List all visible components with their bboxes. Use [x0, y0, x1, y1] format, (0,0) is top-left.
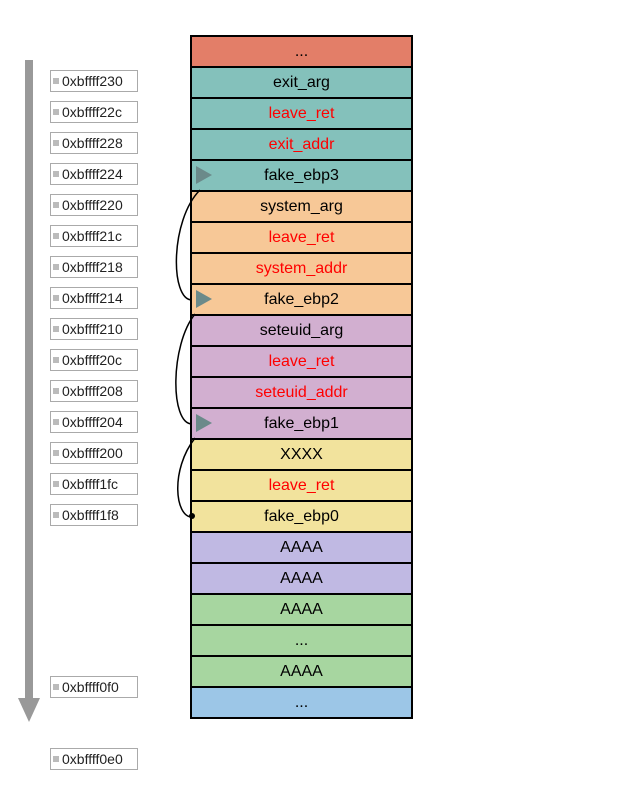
address-label: 0xbffff22c	[50, 101, 138, 123]
stack-cell: ...	[192, 35, 411, 66]
pointer-arrowhead-icon	[196, 290, 212, 308]
address-label: 0xbffff204	[50, 411, 138, 433]
address-label: 0xbffff0e0	[50, 748, 138, 770]
stack-cell: fake_ebp0	[192, 500, 411, 531]
stack-diagram: ...exit_argleave_retexit_addrfake_ebp3sy…	[190, 35, 413, 719]
address-label: 0xbffff210	[50, 318, 138, 340]
stack-cell: leave_ret	[192, 97, 411, 128]
growth-arrow	[22, 60, 36, 730]
stack-cell: leave_ret	[192, 469, 411, 500]
stack-cell: ...	[192, 624, 411, 655]
address-label: 0xbffff1f8	[50, 504, 138, 526]
address-label: 0xbffff228	[50, 132, 138, 154]
stack-cell: seteuid_arg	[192, 314, 411, 345]
stack-cell: exit_addr	[192, 128, 411, 159]
stack-cell: fake_ebp1	[192, 407, 411, 438]
address-label: 0xbffff214	[50, 287, 138, 309]
stack-cell: AAAA	[192, 562, 411, 593]
stack-cell: AAAA	[192, 531, 411, 562]
pointer-anchor-icon	[189, 513, 195, 519]
stack-cell: leave_ret	[192, 221, 411, 252]
stack-cell: system_addr	[192, 252, 411, 283]
stack-cell: XXXX	[192, 438, 411, 469]
address-label: 0xbffff20c	[50, 349, 138, 371]
pointer-arrowhead-icon	[196, 166, 212, 184]
address-label: 0xbffff220	[50, 194, 138, 216]
stack-cell: ...	[192, 686, 411, 717]
stack-cell: fake_ebp2	[192, 283, 411, 314]
address-label: 0xbffff1fc	[50, 473, 138, 495]
stack-cell: fake_ebp3	[192, 159, 411, 190]
stack-cell: exit_arg	[192, 66, 411, 97]
address-label: 0xbffff208	[50, 380, 138, 402]
address-label: 0xbffff224	[50, 163, 138, 185]
pointer-arrowhead-icon	[196, 414, 212, 432]
stack-cell: leave_ret	[192, 345, 411, 376]
address-label: 0xbffff218	[50, 256, 138, 278]
stack-cell: AAAA	[192, 655, 411, 686]
stack-cell: AAAA	[192, 593, 411, 624]
address-label: 0xbffff200	[50, 442, 138, 464]
address-label: 0xbffff21c	[50, 225, 138, 247]
address-label: 0xbffff230	[50, 70, 138, 92]
address-label: 0xbffff0f0	[50, 676, 138, 698]
stack-cell: seteuid_addr	[192, 376, 411, 407]
stack-cell: system_arg	[192, 190, 411, 221]
